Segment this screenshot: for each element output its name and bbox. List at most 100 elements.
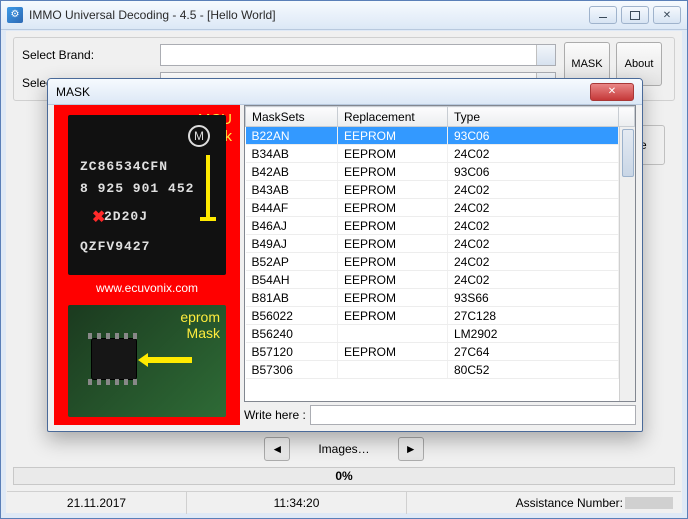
write-here-input[interactable] [310, 405, 636, 425]
col-type[interactable]: Type [448, 107, 619, 127]
cell: EEPROM [338, 343, 448, 361]
cell: EEPROM [338, 181, 448, 199]
mcu-chip: M ZC86534CFN 8 925 901 452 ✖ 2D20J QZFV9… [68, 115, 226, 275]
window-title: IMMO Universal Decoding - 4.5 - [Hello W… [29, 8, 276, 22]
cell: 24C02 [448, 199, 619, 217]
cell: B44AF [246, 199, 338, 217]
table-row[interactable]: B57306 80C52 [246, 361, 635, 379]
cell: B54AH [246, 271, 338, 289]
dialog-close-button[interactable]: ✕ [590, 83, 634, 101]
cell [338, 325, 448, 343]
cell: B42AB [246, 163, 338, 181]
cell: B46AJ [246, 217, 338, 235]
motorola-logo-icon: M [188, 125, 210, 147]
table-row[interactable]: B57120EEPROM27C64 [246, 343, 635, 361]
cell: 93S66 [448, 289, 619, 307]
table-row[interactable]: B56022EEPROM27C128 [246, 307, 635, 325]
status-bar: 21.11.2017 11:34:20 Assistance Number: [7, 491, 681, 513]
write-here-label: Write here : [244, 408, 306, 422]
cell: B81AB [246, 289, 338, 307]
status-date: 21.11.2017 [7, 492, 187, 514]
cell: LM2902 [448, 325, 619, 343]
url-label: www.ecuvonix.com [54, 281, 240, 299]
cell: 93C06 [448, 163, 619, 181]
cell: B57120 [246, 343, 338, 361]
cell: EEPROM [338, 163, 448, 181]
mask-dialog: MASK ✕ MCU Mask M ZC86534CFN 8 925 901 4… [47, 78, 643, 432]
cell: EEPROM [338, 199, 448, 217]
table-row[interactable]: B49AJEEPROM24C02 [246, 235, 635, 253]
cell: B57306 [246, 361, 338, 379]
mask-image: MCU Mask M ZC86534CFN 8 925 901 452 ✖ 2D… [54, 105, 240, 425]
table-row[interactable]: B44AFEEPROM24C02 [246, 199, 635, 217]
dialog-titlebar[interactable]: MASK ✕ [48, 79, 642, 105]
cell: 24C02 [448, 217, 619, 235]
right-arrow-icon: ► [405, 442, 417, 456]
scrollbar-thumb[interactable] [622, 129, 634, 177]
app-window: IMMO Universal Decoding - 4.5 - [Hello W… [0, 0, 688, 519]
cell: 80C52 [448, 361, 619, 379]
cell [338, 361, 448, 379]
cell: B49AJ [246, 235, 338, 253]
cell: 93C06 [448, 127, 619, 145]
cell: B22AN [246, 127, 338, 145]
chevron-down-icon [542, 53, 550, 58]
eprom-board: eprom Mask [68, 305, 226, 417]
image-prev-button[interactable]: ◄ [264, 437, 290, 461]
col-masksets[interactable]: MaskSets [246, 107, 338, 127]
cell: EEPROM [338, 307, 448, 325]
col-replacement[interactable]: Replacement [338, 107, 448, 127]
cell: EEPROM [338, 253, 448, 271]
status-assistance: Assistance Number: [407, 492, 681, 514]
cell: EEPROM [338, 235, 448, 253]
table-row[interactable]: B22ANEEPROM93C06 [246, 127, 635, 145]
eprom-mask-label: eprom Mask [180, 309, 220, 341]
table-row[interactable]: B43ABEEPROM24C02 [246, 181, 635, 199]
cell: 24C02 [448, 253, 619, 271]
cell: B56022 [246, 307, 338, 325]
cell: B56240 [246, 325, 338, 343]
cell: 24C02 [448, 235, 619, 253]
select-brand-label: Select Brand: [22, 48, 152, 62]
cell: 24C02 [448, 271, 619, 289]
chip-text: 8 925 901 452 [80, 181, 194, 196]
status-time: 11:34:20 [187, 492, 407, 514]
table-row[interactable]: B81ABEEPROM93S66 [246, 289, 635, 307]
vertical-scrollbar[interactable] [619, 127, 635, 401]
table-row[interactable]: B42ABEEPROM93C06 [246, 163, 635, 181]
arrow-icon [206, 155, 210, 219]
table-row[interactable]: B56240 LM2902 [246, 325, 635, 343]
image-next-button[interactable]: ► [398, 437, 424, 461]
cell: 27C64 [448, 343, 619, 361]
table-row[interactable]: B46AJEEPROM24C02 [246, 217, 635, 235]
cell: EEPROM [338, 127, 448, 145]
eprom-chip-icon [92, 339, 136, 379]
mask-table[interactable]: MaskSets Replacement Type B22ANEEPROM93C… [244, 105, 636, 402]
minimize-button[interactable] [589, 6, 617, 24]
cell: B52AP [246, 253, 338, 271]
chip-text: 2D20J [104, 209, 148, 224]
cell: EEPROM [338, 217, 448, 235]
cell: 24C02 [448, 181, 619, 199]
col-spacer [619, 107, 635, 127]
cell: B34AB [246, 145, 338, 163]
select-brand-combo[interactable] [160, 44, 556, 66]
cell: EEPROM [338, 271, 448, 289]
maximize-button[interactable] [621, 6, 649, 24]
chip-text: ZC86534CFN [80, 159, 168, 174]
redacted-value [625, 497, 673, 509]
cell: 27C128 [448, 307, 619, 325]
cell: EEPROM [338, 145, 448, 163]
table-row[interactable]: B54AHEEPROM24C02 [246, 271, 635, 289]
arrow-icon [146, 357, 192, 363]
cell: 24C02 [448, 145, 619, 163]
chip-text: QZFV9427 [80, 239, 150, 254]
left-arrow-icon: ◄ [271, 442, 283, 456]
progress-bar: 0% [13, 467, 675, 485]
cell: EEPROM [338, 289, 448, 307]
table-row[interactable]: B34ABEEPROM24C02 [246, 145, 635, 163]
table-row[interactable]: B52APEEPROM24C02 [246, 253, 635, 271]
images-label: Images… [294, 442, 393, 456]
close-button[interactable] [653, 6, 681, 24]
titlebar[interactable]: IMMO Universal Decoding - 4.5 - [Hello W… [1, 1, 687, 30]
